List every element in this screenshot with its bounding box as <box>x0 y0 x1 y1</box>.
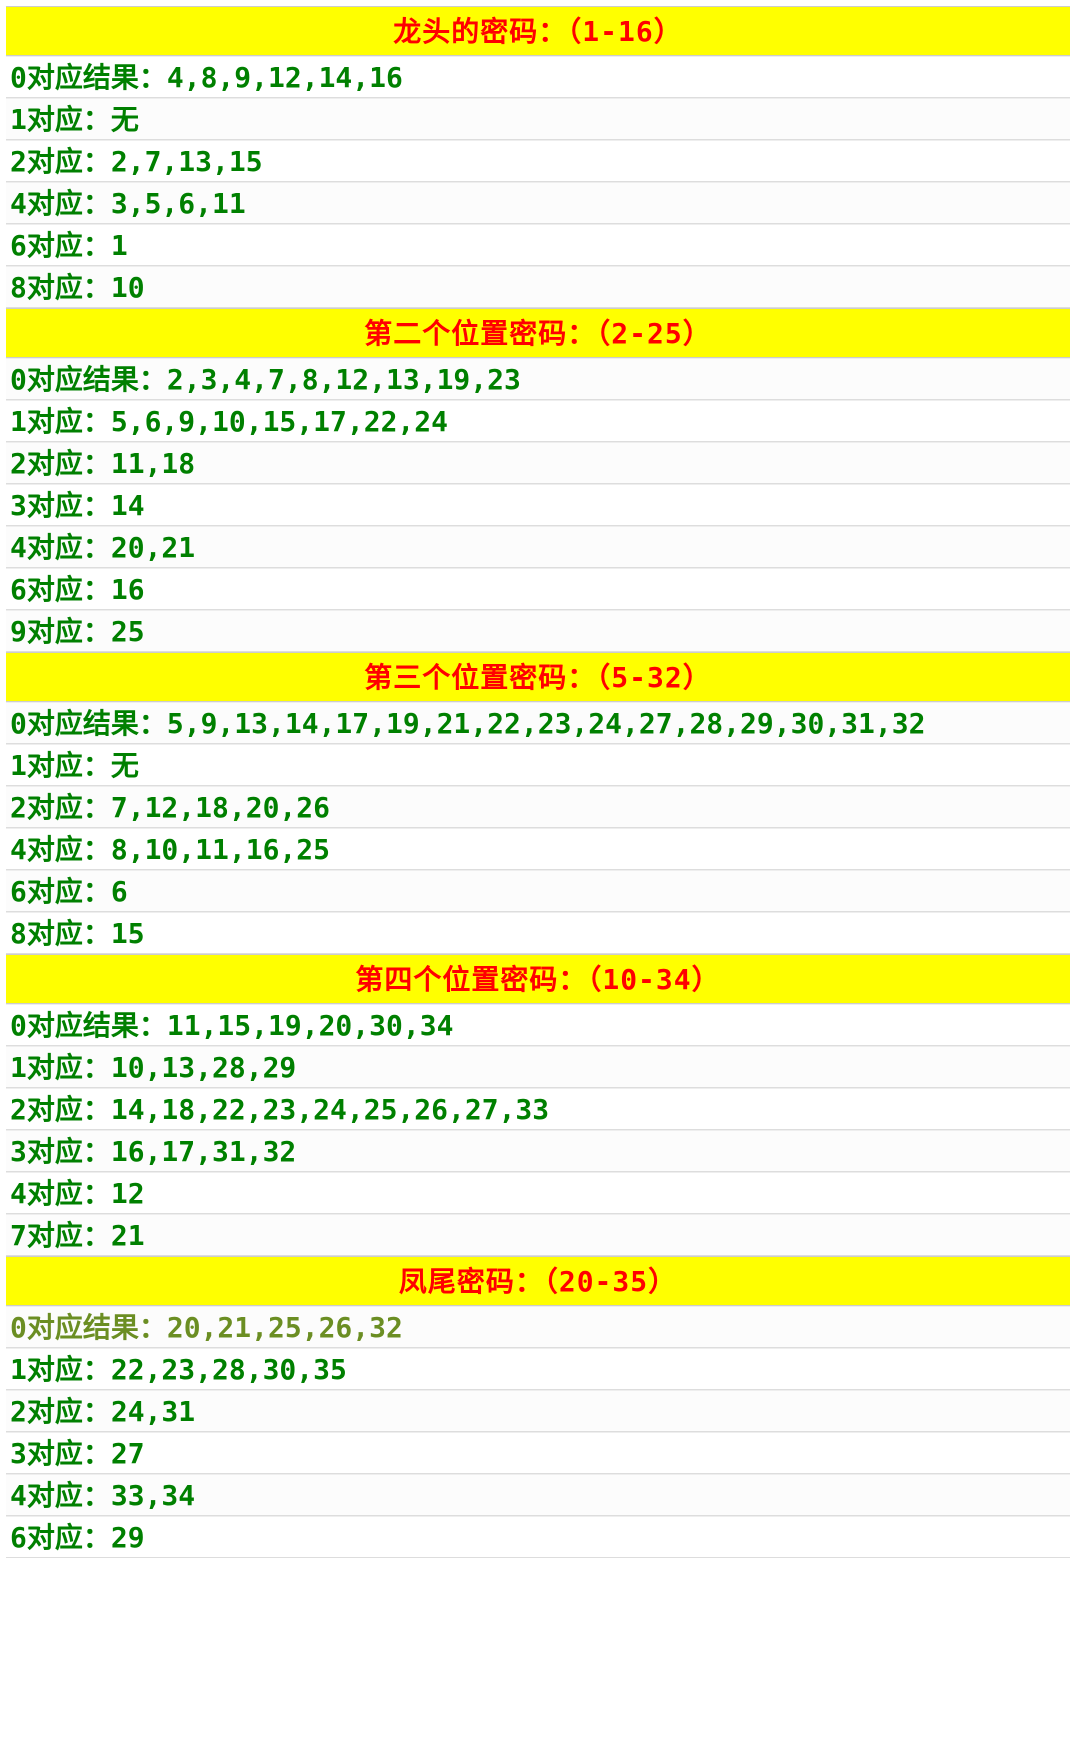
data-row: 0对应结果：11,15,19,20,30,34 <box>6 1004 1070 1046</box>
data-row: 1对应：5,6,9,10,15,17,22,24 <box>6 400 1070 442</box>
data-row: 8对应：15 <box>6 912 1070 954</box>
data-row: 8对应：10 <box>6 266 1070 308</box>
data-row: 3对应：16,17,31,32 <box>6 1130 1070 1172</box>
table-container: 龙头的密码：（1-16）0对应结果：4,8,9,12,14,161对应：无2对应… <box>0 0 1076 1564</box>
data-row: 6对应：29 <box>6 1516 1070 1558</box>
data-row: 0对应结果：5,9,13,14,17,19,21,22,23,24,27,28,… <box>6 702 1070 744</box>
data-row: 0对应结果：4,8,9,12,14,16 <box>6 56 1070 98</box>
data-row: 9对应：25 <box>6 610 1070 652</box>
data-row: 4对应：12 <box>6 1172 1070 1214</box>
data-row: 2对应：11,18 <box>6 442 1070 484</box>
data-row: 1对应：10,13,28,29 <box>6 1046 1070 1088</box>
data-row: 4对应：33,34 <box>6 1474 1070 1516</box>
section-header: 龙头的密码：（1-16） <box>6 6 1070 56</box>
data-row: 1对应：无 <box>6 744 1070 786</box>
data-row: 4对应：20,21 <box>6 526 1070 568</box>
data-row: 6对应：16 <box>6 568 1070 610</box>
data-row: 2对应：24,31 <box>6 1390 1070 1432</box>
section-header: 第二个位置密码：（2-25） <box>6 308 1070 358</box>
section-header: 凤尾密码：（20-35） <box>6 1256 1070 1306</box>
data-row: 4对应：3,5,6,11 <box>6 182 1070 224</box>
data-row: 3对应：14 <box>6 484 1070 526</box>
data-row: 0对应结果：2,3,4,7,8,12,13,19,23 <box>6 358 1070 400</box>
data-row: 1对应：无 <box>6 98 1070 140</box>
data-row: 6对应：1 <box>6 224 1070 266</box>
data-row: 2对应：7,12,18,20,26 <box>6 786 1070 828</box>
data-row: 2对应：2,7,13,15 <box>6 140 1070 182</box>
section-header: 第四个位置密码：（10-34） <box>6 954 1070 1004</box>
data-row: 7对应：21 <box>6 1214 1070 1256</box>
data-row: 2对应：14,18,22,23,24,25,26,27,33 <box>6 1088 1070 1130</box>
data-row: 4对应：8,10,11,16,25 <box>6 828 1070 870</box>
data-row: 0对应结果：20,21,25,26,32 <box>6 1306 1070 1348</box>
data-row: 3对应：27 <box>6 1432 1070 1474</box>
data-row: 1对应：22,23,28,30,35 <box>6 1348 1070 1390</box>
section-header: 第三个位置密码：（5-32） <box>6 652 1070 702</box>
data-row: 6对应：6 <box>6 870 1070 912</box>
